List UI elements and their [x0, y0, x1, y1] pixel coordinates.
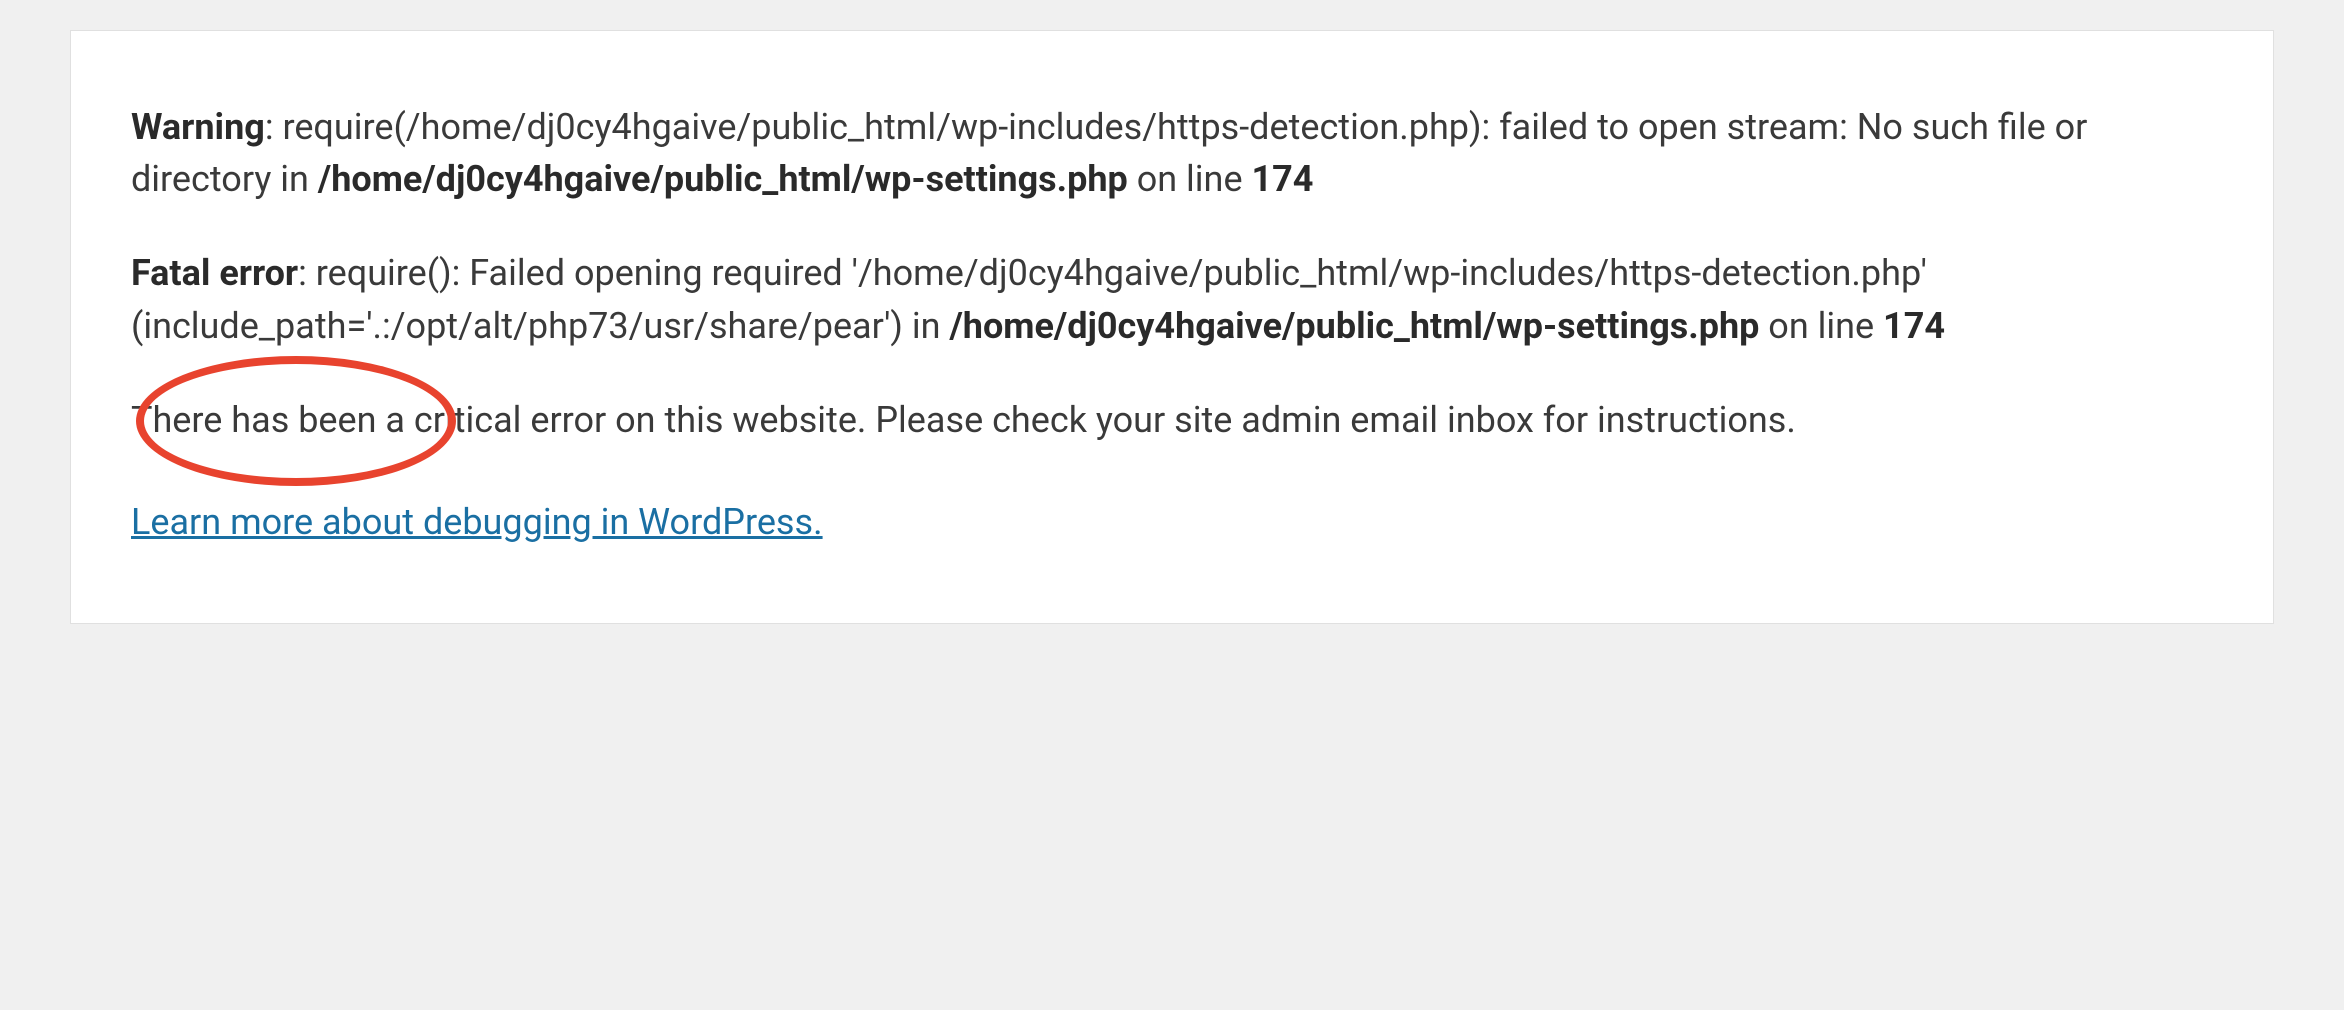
warning-line-number: 174 [1251, 158, 1313, 200]
error-message-box: Warning: require(/home/dj0cy4hgaive/publ… [70, 30, 2274, 624]
fatal-error-text-2: on line [1759, 305, 1883, 347]
warning-paragraph: Warning: require(/home/dj0cy4hgaive/publ… [131, 101, 2213, 205]
warning-text-2: on line [1128, 158, 1252, 200]
fatal-error-path: /home/dj0cy4hgaive/public_html/wp-settin… [949, 305, 1759, 347]
critical-error-message: There has been a critical error on this … [131, 394, 2213, 446]
fatal-error-label: Fatal error [131, 252, 298, 294]
warning-label: Warning [131, 106, 265, 148]
debugging-link[interactable]: Learn more about debugging in WordPress. [131, 501, 823, 543]
fatal-error-paragraph: Fatal error: require(): Failed opening r… [131, 247, 2213, 351]
fatal-error-line-number: 174 [1883, 305, 1945, 347]
warning-path: /home/dj0cy4hgaive/public_html/wp-settin… [318, 158, 1128, 200]
